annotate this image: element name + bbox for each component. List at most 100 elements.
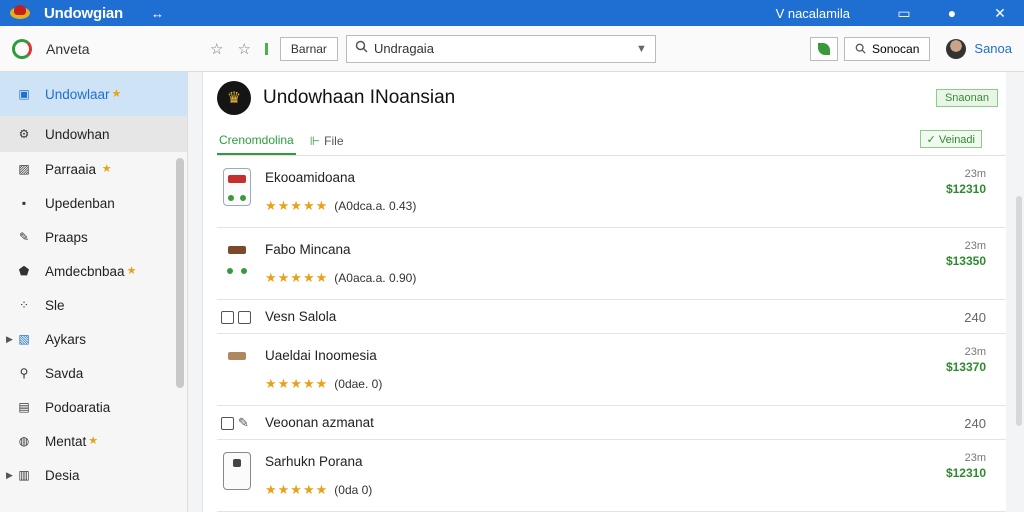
leaf-icon: [818, 42, 831, 55]
search-icon: [355, 40, 368, 58]
tab-label: File: [324, 134, 344, 148]
sidebar-item-1[interactable]: ⚙ Undowhan: [0, 116, 187, 152]
app-icon: [12, 38, 32, 59]
list-item[interactable]: Sarhukn Porana ★★★★★ (0da 0) 23m $12310: [217, 440, 1006, 512]
sidebar-item-9[interactable]: ▤ Podoaratia: [0, 390, 187, 424]
product-thumbnail-icon: [223, 168, 251, 206]
tab-switch-button[interactable]: ↔: [151, 6, 164, 21]
star-rating-icon: ★★★★★: [265, 482, 329, 497]
star-icon: ★: [111, 87, 122, 100]
photo-icon: ▨: [18, 162, 30, 176]
checkbox-icon[interactable]: [221, 310, 234, 324]
star-icon: ★: [101, 162, 112, 175]
sidebar-item-label: Upedenban: [45, 195, 115, 211]
list-item[interactable]: ✎ Veoonan azmanat 240: [217, 406, 1006, 440]
expand-arrow-icon[interactable]: ▶: [6, 334, 13, 345]
star-rating-icon: ★★★★★: [265, 270, 329, 285]
shield-icon: ⬟: [18, 264, 30, 278]
title-bar-label[interactable]: V nacalamila: [776, 6, 850, 21]
sidebar-item-8[interactable]: ⚲ Savda: [0, 356, 187, 390]
sidebar-item-0[interactable]: ▣ Undowlaar ★: [0, 72, 187, 116]
avatar[interactable]: [946, 38, 967, 59]
sidebar-item-10[interactable]: ◍ Mentat ★: [0, 424, 187, 458]
star-rating-icon: ★★★★★: [265, 376, 329, 391]
sidebar-item-label: Savda: [45, 365, 84, 381]
item-title: Uaeldai Inoomesia: [265, 348, 377, 363]
sidebar-item-label: Amdecbnbaa: [45, 263, 125, 279]
sidebar-item-label: Praaps: [45, 229, 88, 245]
search-icon: ⚲: [19, 366, 29, 380]
title-bar: Undowgian ↔ V nacalamila ▭ ● ✕: [0, 0, 1024, 26]
item-time: 23m: [964, 452, 986, 464]
main-panel: ♛ Undowhaan INoansian Snaonan Crenomdoli…: [202, 72, 1006, 512]
sidebar-scrollbar[interactable]: [176, 158, 184, 388]
search-button-label: Sonocan: [872, 41, 920, 56]
search-input[interactable]: [373, 41, 637, 56]
item-price: $12310: [945, 466, 986, 480]
sidebar-item-label: Aykars: [45, 331, 87, 347]
user-name[interactable]: Sanoa: [974, 41, 1012, 56]
close-button[interactable]: ✕: [976, 5, 1024, 22]
sidebar-item-7[interactable]: ▶ ▧ Aykars: [0, 322, 187, 356]
image-icon: ▣: [18, 87, 30, 101]
status-indicator: [264, 42, 268, 55]
edit-icon[interactable]: ✎: [238, 415, 249, 431]
address-button[interactable]: Barnar: [279, 36, 338, 61]
item-price: $13350: [945, 254, 986, 268]
rating-text: (0da 0): [334, 483, 373, 497]
app-name: Anveta: [46, 40, 90, 57]
item-rating: ★★★★★ (0da 0): [265, 482, 372, 498]
pen-icon: ✎: [18, 230, 30, 244]
item-time: 23m: [964, 168, 986, 180]
list-item[interactable]: Fabo Mincana ★★★★★ (A0aca.a. 0.90) 23m $1…: [217, 228, 1006, 300]
list-item[interactable]: Ekooamidoana ★★★★★ (A0dca.a. 0.43) 23m $1…: [217, 156, 1006, 228]
star-icon: ★: [88, 434, 99, 447]
favorite-icon[interactable]: ☆: [210, 40, 223, 58]
location-icon: ◍: [18, 434, 30, 448]
search-button[interactable]: Sonocan: [844, 36, 931, 61]
tab-overview[interactable]: Crenomdolina: [217, 127, 296, 155]
sidebar-item-4[interactable]: ✎ Praaps: [0, 220, 187, 254]
list-item[interactable]: Vesn Salola 240: [217, 300, 1006, 334]
maximize-button[interactable]: ▭: [880, 5, 928, 22]
window-title: Undowgian: [44, 4, 124, 22]
grid-icon: ⁘: [18, 298, 30, 312]
toolbar: Anveta ☆ ☆ Barnar ▼ Sonocan Sanoa: [0, 26, 1024, 72]
folder-icon: ▥: [18, 468, 30, 482]
gear-icon: ⚙: [18, 127, 30, 141]
item-count: 240: [964, 416, 986, 431]
main-scrollbar[interactable]: [1016, 196, 1022, 426]
item-title: Veoonan azmanat: [265, 415, 374, 430]
tab-file[interactable]: ⊩ File: [308, 127, 346, 155]
sidebar-item-label: Podoaratia: [45, 399, 111, 415]
item-title: Fabo Mincana: [265, 242, 351, 257]
sidebar-item-6[interactable]: ⁘ Sle: [0, 288, 187, 322]
sidebar-item-2[interactable]: ▨ Parraaia ★: [0, 152, 187, 186]
item-title: Ekooamidoana: [265, 170, 356, 185]
header-action-button[interactable]: Snaonan: [935, 89, 998, 107]
calendar-icon: [238, 310, 251, 324]
chevron-down-icon[interactable]: ▼: [636, 43, 647, 55]
item-count: 240: [964, 310, 986, 325]
favorite-add-icon[interactable]: ☆: [237, 40, 250, 58]
item-list: Ekooamidoana ★★★★★ (A0dca.a. 0.43) 23m $1…: [217, 156, 1006, 512]
list-item[interactable]: Uaeldai Inoomesia ★★★★★ (0dae. 0) 23m $13…: [217, 334, 1006, 406]
leaf-button[interactable]: [810, 36, 839, 61]
chart-icon: ▧: [18, 332, 30, 346]
sidebar-item-3[interactable]: ▪ Upedenban: [0, 186, 187, 220]
sidebar-item-label: Sle: [45, 297, 65, 313]
checkbox-icon[interactable]: [221, 416, 234, 430]
expand-arrow-icon[interactable]: ▶: [6, 470, 13, 481]
title-bar-controls: V nacalamila ▭ ● ✕: [776, 0, 1024, 26]
record-button[interactable]: ●: [928, 5, 976, 21]
view-button[interactable]: ✓ Veinadi: [919, 130, 982, 148]
sidebar-item-5[interactable]: ⬟ Amdecbnbaa ★: [0, 254, 187, 288]
rating-text: (A0dca.a. 0.43): [334, 199, 417, 213]
sidebar-item-label: Undowlaar: [45, 86, 110, 102]
sidebar-item-11[interactable]: ▶ ▥ Desia: [0, 458, 187, 492]
search-box[interactable]: ▼: [345, 34, 656, 63]
item-price: $13370: [945, 360, 986, 374]
sidebar-item-label: Desia: [45, 467, 80, 483]
item-time: 23m: [964, 346, 986, 358]
crown-icon: ♛: [217, 81, 251, 115]
